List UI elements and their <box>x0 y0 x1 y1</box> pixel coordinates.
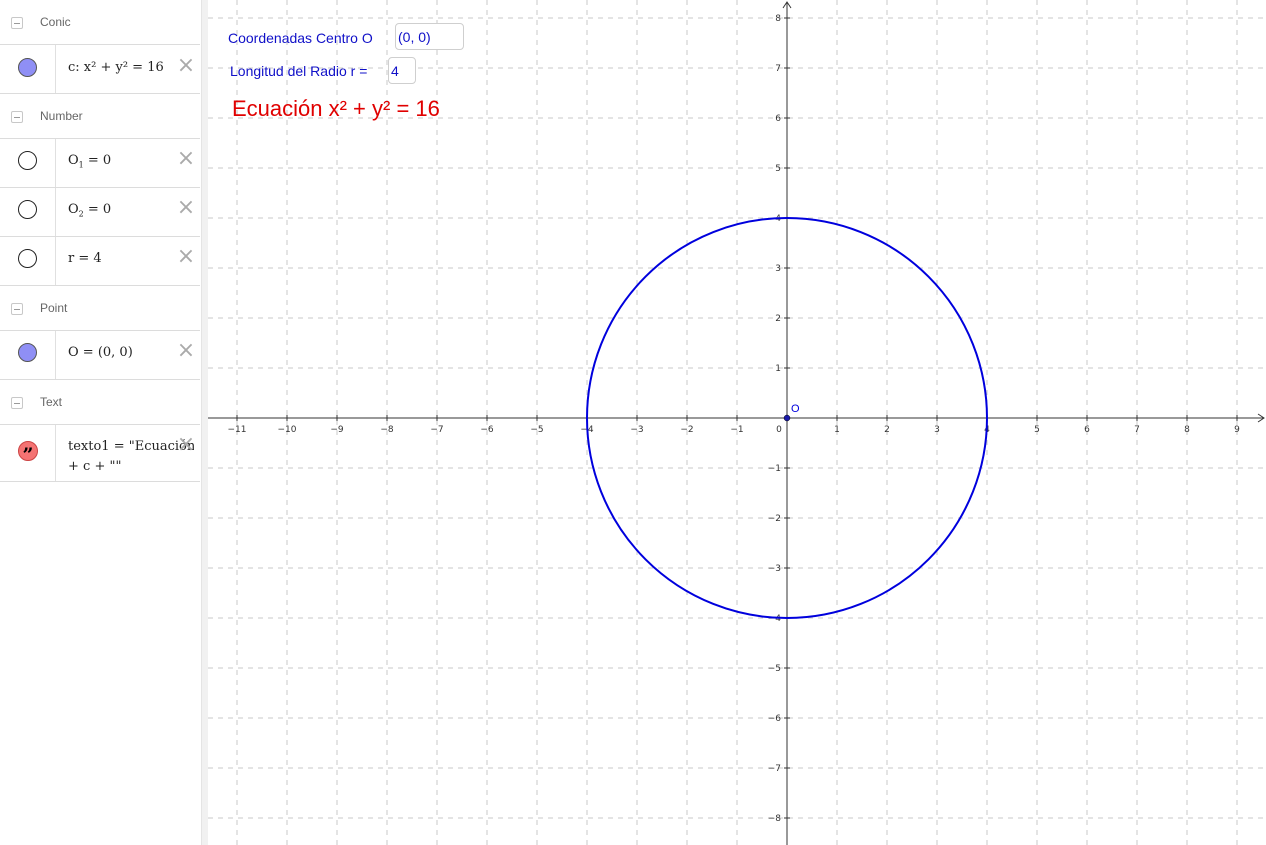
delete-icon[interactable]: × <box>175 148 197 170</box>
coordinate-plane[interactable]: −11 −10 −9 −8 −7 −6 −5 −4 −3 −2 −1 0 1 2 3 4 5 6 7 8 9−8−7−6… <box>208 0 1266 845</box>
x-tick-label: −11 <box>228 425 247 435</box>
graphics-view[interactable]: −11 −10 −9 −8 −7 −6 −5 −4 −3 −2 −1 0 1 2 3 4 5 6 7 8 9 −8 −7 −6… <box>208 0 1266 845</box>
x-tick-label: −7 <box>430 425 443 435</box>
x-tick-label: 7 <box>1134 425 1140 435</box>
y-tick-label: −1 <box>768 464 781 474</box>
collapse-toggle-icon[interactable] <box>11 111 23 123</box>
group-header-text[interactable]: Text <box>0 380 200 426</box>
center-label: Coordenadas Centro O <box>228 30 373 46</box>
y-tick-label: 7 <box>775 64 781 74</box>
y-tick-label: −3 <box>768 564 781 574</box>
y-tick-label: −2 <box>768 514 781 524</box>
algebra-view: Conic c: x² + y² = 16 × Number O1 = 0 × … <box>0 0 201 845</box>
x-tick-label: −2 <box>680 425 693 435</box>
x-tick-label: 8 <box>1184 425 1190 435</box>
empty-circle-icon[interactable] <box>18 200 37 219</box>
y-tick-label: 8 <box>775 14 781 24</box>
y-tick-label: 6 <box>775 114 781 124</box>
center-input[interactable]: (0, 0) <box>395 23 464 50</box>
view-splitter[interactable] <box>201 0 208 845</box>
visibility-toggle[interactable] <box>0 139 56 187</box>
algebra-item-o1[interactable]: O1 = 0 × <box>0 139 200 188</box>
algebra-item-texto1[interactable]: ” texto1 = "Ecuación " + c + "" × <box>0 425 200 482</box>
algebra-item-r[interactable]: r = 4 × <box>0 237 200 286</box>
filled-circle-icon[interactable] <box>18 58 37 77</box>
y-tick-label: −5 <box>768 664 781 674</box>
y-tick-label: 1 <box>775 364 781 374</box>
group-header-point[interactable]: Point <box>0 286 200 332</box>
x-tick-label: −6 <box>480 425 494 435</box>
equation-text: Ecuación x² + y² = 16 <box>232 96 440 121</box>
visibility-toggle[interactable] <box>0 237 56 285</box>
algebra-expression[interactable]: O2 = 0 <box>68 202 111 219</box>
visibility-toggle[interactable]: ” <box>0 425 56 481</box>
group-title: Point <box>40 301 68 315</box>
point-o[interactable] <box>783 414 791 422</box>
x-tick-label: 9 <box>1234 425 1240 435</box>
quote-icon[interactable]: ” <box>18 441 38 466</box>
x-tick-label: 3 <box>934 425 940 435</box>
y-tick-label: −7 <box>768 764 781 774</box>
group-header-conic[interactable]: Conic <box>0 0 200 46</box>
algebra-expression[interactable]: O1 = 0 <box>68 153 111 170</box>
algebra-item-point-o[interactable]: O = (0, 0) × <box>0 331 200 380</box>
collapse-toggle-icon[interactable] <box>11 17 23 29</box>
point-o-label: O <box>791 403 800 415</box>
delete-icon[interactable]: × <box>175 197 197 219</box>
visibility-toggle[interactable] <box>0 331 56 379</box>
x-tick-label: −5 <box>530 425 543 435</box>
visibility-toggle[interactable] <box>0 188 56 236</box>
delete-icon[interactable]: × <box>175 434 197 456</box>
x-tick-label: −1 <box>730 425 743 435</box>
x-tick-label: −8 <box>380 425 394 435</box>
y-tick-label: −8 <box>768 814 782 824</box>
collapse-toggle-icon[interactable] <box>11 303 23 315</box>
x-tick-label: −3 <box>630 425 643 435</box>
visibility-toggle[interactable] <box>0 45 56 93</box>
y-tick-label: 2 <box>775 314 781 324</box>
x-tick-label: 5 <box>1034 425 1040 435</box>
y-tick-label: 5 <box>775 164 781 174</box>
x-tick-label: 2 <box>884 425 890 435</box>
empty-circle-icon[interactable] <box>18 249 37 268</box>
x-tick-label: 0 <box>776 425 782 435</box>
radius-input[interactable]: 4 <box>388 57 416 84</box>
group-header-number[interactable]: Number <box>0 94 200 140</box>
group-title: Conic <box>40 15 71 29</box>
algebra-item-c[interactable]: c: x² + y² = 16 × <box>0 45 200 94</box>
x-tick-label: −9 <box>330 425 344 435</box>
algebra-expression[interactable]: c: x² + y² = 16 <box>68 60 164 75</box>
y-tick-label: 3 <box>775 264 781 274</box>
x-tick-label: 1 <box>834 425 840 435</box>
delete-icon[interactable]: × <box>175 340 197 362</box>
y-tick-label: −4 <box>768 614 782 624</box>
x-tick-label: −10 <box>278 425 297 435</box>
radius-label: Longitud del Radio r = <box>230 63 368 79</box>
algebra-expression-line2[interactable]: + c + "" <box>68 459 121 474</box>
delete-icon[interactable]: × <box>175 55 197 77</box>
algebra-item-o2[interactable]: O2 = 0 × <box>0 188 200 237</box>
delete-icon[interactable]: × <box>175 246 197 268</box>
filled-circle-icon[interactable] <box>18 343 37 362</box>
y-tick-label: −6 <box>768 714 782 724</box>
group-title: Number <box>40 109 83 123</box>
collapse-toggle-icon[interactable] <box>11 397 23 409</box>
algebra-expression[interactable]: r = 4 <box>68 251 102 266</box>
empty-circle-icon[interactable] <box>18 151 37 170</box>
algebra-expression[interactable]: O = (0, 0) <box>68 345 133 360</box>
x-tick-label: 6 <box>1084 425 1090 435</box>
group-title: Text <box>40 395 63 409</box>
